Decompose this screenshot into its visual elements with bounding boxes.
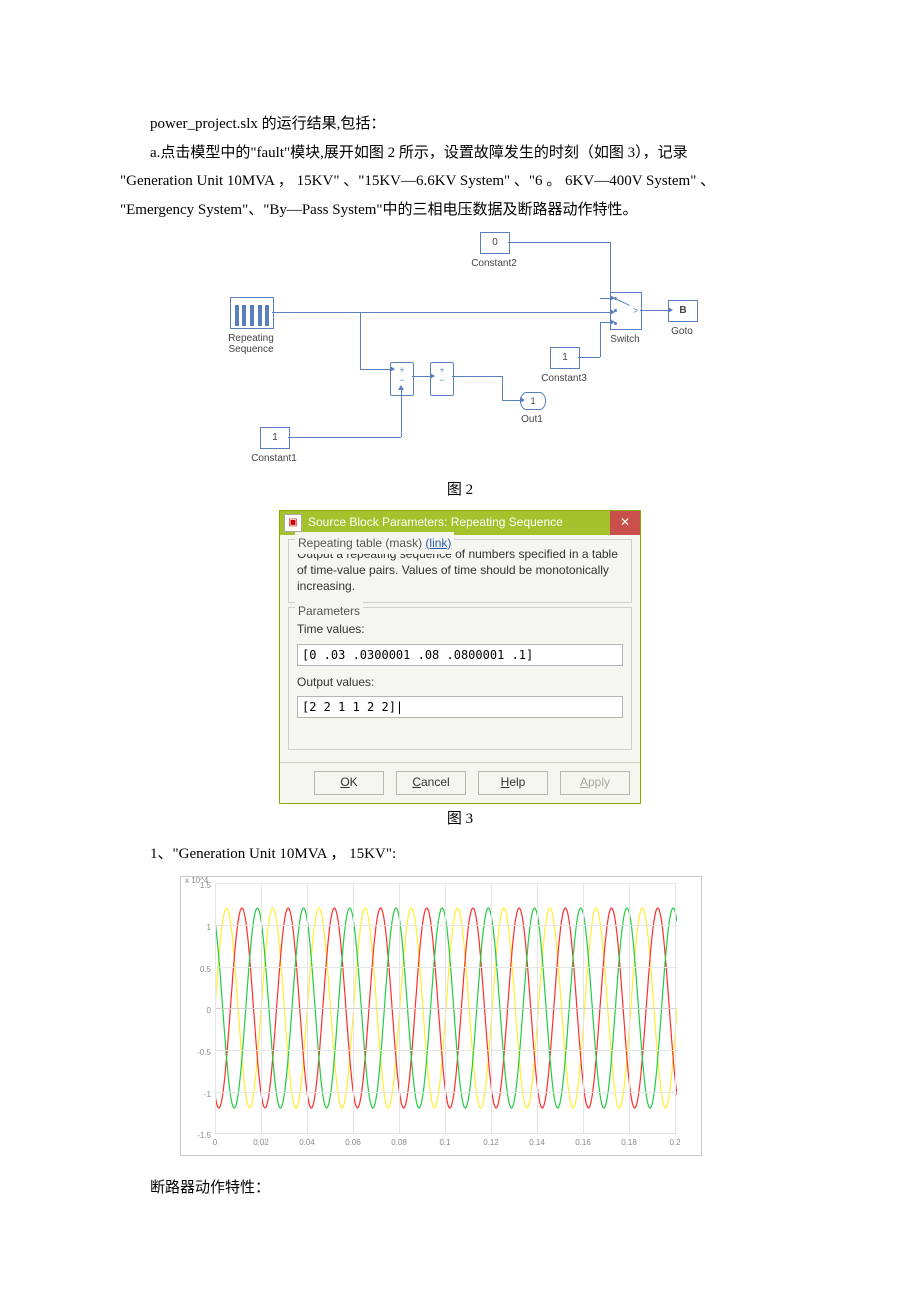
output-values-label: Output values: (297, 671, 623, 694)
figure2-caption: 图 2 (120, 476, 800, 505)
x-tick-label: 0.14 (529, 1135, 545, 1150)
help-button[interactable]: Help (478, 771, 548, 795)
x-tick-label: 0.12 (483, 1135, 499, 1150)
dialog-button-row: OK Cancel Help Apply (280, 762, 640, 803)
intro-line2a: a.点击模型中的"fault"模块,展开如图 2 所示，设置故障发生的时刻（如图… (120, 139, 800, 168)
out1-label: Out1 (521, 410, 543, 429)
x-tick-label: 0.18 (621, 1135, 637, 1150)
scope-plot-area: -1.5-1-0.500.511.5x 10^4 (215, 883, 677, 1133)
scope-x-axis: 0 0.02 0.04 0.06 0.08 0.1 0.12 0.14 0.16 0.18 0.2 (215, 1135, 677, 1149)
simulink-diagram: 0 Constant2 Repeating Sequence 1 Constan… (220, 232, 700, 472)
x-tick-label: 0.1 (439, 1135, 450, 1150)
sum-block-2: +− (430, 362, 454, 396)
y-tick-label: 0.5 (200, 962, 211, 977)
intro-line2c: "Emergency System"、"By—Pass System"中的三相电… (120, 196, 800, 225)
dialog-icon: ▣ (284, 514, 302, 532)
x-tick-label: 0.2 (669, 1135, 680, 1150)
repeating-label2: Sequence (228, 340, 273, 359)
close-icon[interactable]: ✕ (610, 511, 640, 535)
apply-button[interactable]: Apply (560, 771, 630, 795)
intro-line2b: "Generation Unit 10MVA ， 15KV" 、"15KV—6.… (120, 167, 800, 196)
mask-legend-link[interactable]: (link) (425, 536, 451, 550)
figure3-caption: 图 3 (120, 805, 800, 834)
section1-heading: 1、"Generation Unit 10MVA ， 15KV": (120, 840, 800, 869)
parameters-dialog: ▣ Source Block Parameters: Repeating Seq… (280, 511, 640, 804)
x-tick-label: 0.08 (391, 1135, 407, 1150)
constant1-block: 1 (260, 427, 290, 449)
x-tick-label: 0.16 (575, 1135, 591, 1150)
x-tick-label: 0.06 (345, 1135, 361, 1150)
goto-label: Goto (671, 322, 693, 341)
cancel-button[interactable]: Cancel (396, 771, 466, 795)
mask-description-group: Repeating table (mask) (link) Output a r… (288, 539, 632, 604)
y-tick-label: -1.5 (197, 1128, 211, 1143)
y-tick-label: 1 (207, 920, 211, 935)
parameters-group: Parameters Time values: Output values: (288, 607, 632, 750)
breaker-characteristic-label: 断路器动作特性： (120, 1174, 800, 1203)
constant3-block: 1 (550, 347, 580, 369)
x-tick-label: 0.04 (299, 1135, 315, 1150)
constant1-label: Constant1 (251, 449, 297, 468)
parameters-legend: Parameters (295, 600, 363, 623)
constant3-label: Constant3 (541, 369, 587, 388)
y-tick-label: -0.5 (197, 1045, 211, 1060)
constant2-block: 0 (480, 232, 510, 254)
constant2-label: Constant2 (471, 254, 517, 273)
ok-button[interactable]: OK (314, 771, 384, 795)
intro-line1: power_project.slx 的运行结果,包括： (120, 110, 800, 139)
voltage-scope: -1.5-1-0.500.511.5x 10^4 0 0.02 0.04 0.06 0.… (180, 876, 702, 1156)
time-values-input[interactable] (297, 644, 623, 666)
mask-legend-text: Repeating table (mask) (298, 536, 422, 550)
y-tick-label: -1 (204, 1087, 211, 1102)
output-values-input[interactable] (297, 696, 623, 718)
switch-label: Switch (610, 330, 639, 349)
x-tick-label: 0 (213, 1135, 217, 1150)
x-tick-label: 0.02 (253, 1135, 269, 1150)
repeating-sequence-block (230, 297, 274, 329)
y-exponent-label: x 10^4 (185, 873, 208, 888)
dialog-title-text: Source Block Parameters: Repeating Seque… (308, 511, 563, 534)
y-tick-label: 0 (207, 1003, 211, 1018)
